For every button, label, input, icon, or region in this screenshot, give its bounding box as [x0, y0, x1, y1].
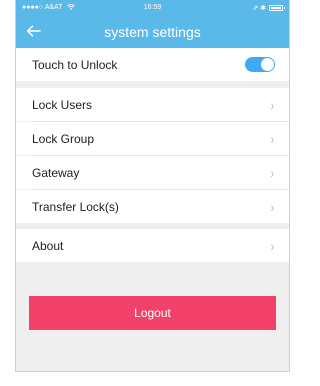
- page-title: system settings: [104, 23, 201, 40]
- about-item[interactable]: About ›: [16, 229, 289, 262]
- lock-users-label: Lock Users: [32, 97, 93, 112]
- chevron-right-icon: ›: [270, 237, 275, 254]
- logout-section: Logout: [16, 262, 289, 330]
- about-label: About: [32, 238, 64, 253]
- transfer-locks-label: Transfer Lock(s): [32, 199, 119, 214]
- transfer-locks-item[interactable]: Transfer Lock(s) ›: [16, 190, 289, 223]
- status-time: 16:59: [143, 4, 162, 11]
- lock-group-label: Lock Group: [32, 131, 95, 146]
- lock-group-item[interactable]: Lock Group ›: [16, 122, 289, 155]
- touch-unlock-label: Touch to Unlock: [32, 57, 118, 72]
- back-arrow-icon: [26, 22, 41, 41]
- nav-bar: system settings: [16, 15, 289, 48]
- gateway-label: Gateway: [32, 165, 80, 180]
- touch-unlock-toggle[interactable]: [245, 57, 275, 72]
- chevron-right-icon: ›: [270, 130, 275, 147]
- chevron-right-icon: ›: [270, 96, 275, 113]
- phone-screen: ●●●●○ A&AT 16:59 ⇗ ✱ system settings Tou…: [15, 0, 290, 372]
- touch-unlock-row: Touch to Unlock: [16, 48, 289, 81]
- section-gap: [16, 81, 289, 88]
- toggle-knob: [261, 58, 274, 71]
- battery-icon: [269, 4, 285, 11]
- chevron-right-icon: ›: [270, 198, 275, 215]
- chevron-right-icon: ›: [270, 164, 275, 181]
- logout-button[interactable]: Logout: [29, 296, 276, 330]
- back-button[interactable]: [16, 15, 50, 48]
- logout-label: Logout: [134, 306, 171, 320]
- status-bar: ●●●●○ A&AT 16:59 ⇗ ✱: [16, 0, 289, 15]
- lock-users-item[interactable]: Lock Users ›: [16, 88, 289, 121]
- gateway-item[interactable]: Gateway ›: [16, 156, 289, 189]
